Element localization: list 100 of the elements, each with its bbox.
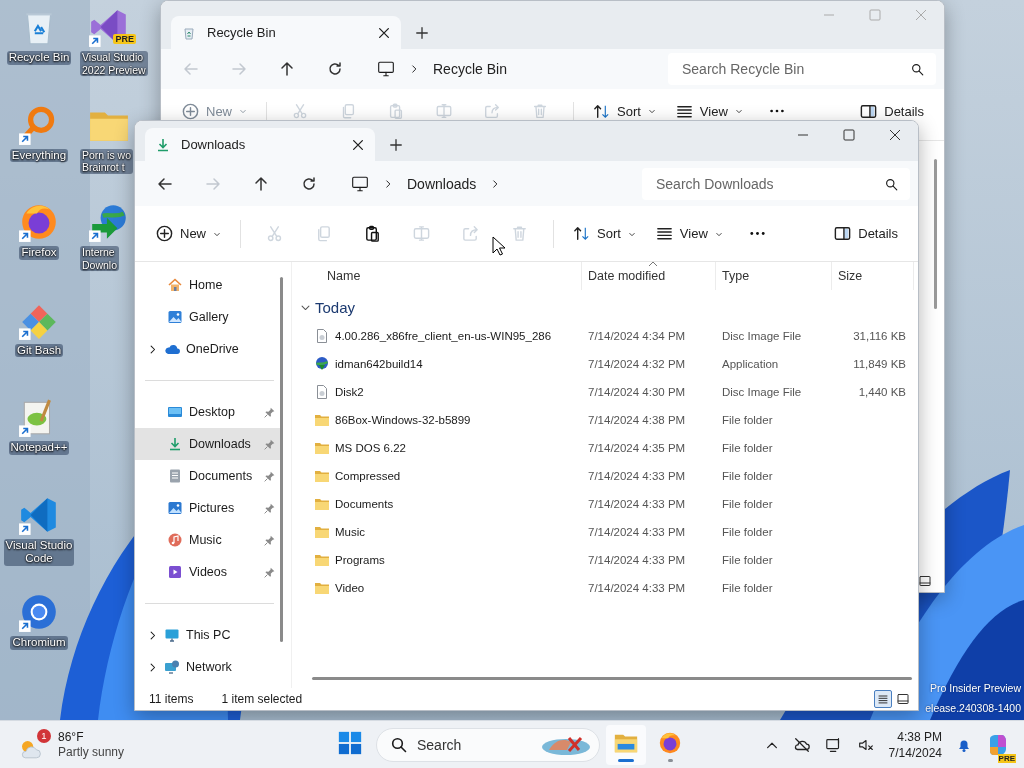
plus-icon[interactable]: [389, 138, 403, 152]
file-name[interactable]: 86Box-Windows-32-b5899: [335, 414, 471, 426]
pin-icon[interactable]: [263, 565, 276, 579]
type-cell-text: Disc Image File: [721, 386, 803, 398]
breadcrumb-item[interactable]: Downloads: [407, 175, 477, 192]
details-button[interactable]: Details: [825, 216, 906, 251]
sort-button[interactable]: Sort: [564, 216, 645, 251]
icon-label[interactable]: Chromium: [10, 636, 68, 650]
watermark-text: Pro Insider Preview: [929, 681, 1021, 696]
app-icon: [657, 730, 683, 756]
start-icon: [337, 730, 363, 756]
network-icon: [164, 659, 180, 675]
date-cell-text: 7/14/2024 4:35 PM: [587, 442, 687, 454]
pin-icon[interactable]: [263, 501, 276, 515]
scrollbar[interactable]: [280, 277, 283, 642]
folder-icon: [314, 440, 330, 456]
arrow-up-icon[interactable]: [253, 175, 269, 192]
search-icon[interactable]: [885, 177, 898, 191]
chevron-right-icon[interactable]: [383, 178, 393, 189]
sidebar-item[interactable]: Network: [135, 651, 280, 683]
temperature-text: 86°F: [58, 729, 85, 745]
disc-file-icon: [314, 384, 330, 400]
plus-circle-icon: [155, 224, 174, 243]
sidebar-item[interactable]: Videos: [135, 556, 280, 588]
folder-icon: [314, 552, 330, 568]
size-cell-text: 11,849 KB: [852, 358, 907, 370]
search-field[interactable]: Search Recycle Bin: [668, 53, 936, 85]
cloud-off-icon[interactable]: [792, 735, 811, 754]
monitor-icon[interactable]: [377, 60, 395, 78]
details-button[interactable]: Details: [851, 102, 932, 120]
arrow-up-icon[interactable]: [279, 61, 295, 77]
taskbar-button[interactable]: [606, 724, 646, 765]
home-icon: [167, 277, 183, 293]
column-header[interactable]: Date modified: [582, 262, 716, 290]
time-text[interactable]: 4:38 PM: [897, 728, 942, 745]
document-icon: [167, 468, 183, 484]
column-header[interactable]: Size: [832, 262, 914, 290]
sidebar-item[interactable]: OneDrive: [135, 333, 280, 365]
scrollbar[interactable]: [934, 159, 937, 309]
column-header[interactable]: Type: [716, 262, 832, 290]
folder-icon: [314, 496, 330, 512]
file-name[interactable]: Documents: [335, 498, 394, 510]
date-cell-text: 7/14/2024 4:32 PM: [587, 358, 687, 370]
icon-label[interactable]: Firefox: [19, 246, 59, 260]
type-cell-text: File folder: [721, 498, 774, 510]
download-icon: [155, 136, 171, 153]
file-name[interactable]: idman642build14: [335, 358, 423, 370]
plus-icon[interactable]: [415, 26, 429, 40]
sidebar-item[interactable]: Pictures: [135, 492, 280, 524]
date-cell-text: 7/14/2024 4:33 PM: [587, 526, 687, 538]
tab[interactable]: Recycle Bin: [171, 16, 401, 49]
details-view-icon[interactable]: [874, 690, 892, 708]
type-cell-text: File folder: [721, 442, 774, 454]
date-text[interactable]: 7/14/2024: [888, 744, 942, 761]
icon-label[interactable]: Porn is wo Brainrot t: [80, 148, 134, 174]
pin-icon[interactable]: [263, 405, 276, 419]
close-icon[interactable]: [351, 137, 365, 152]
icon-label[interactable]: Visual Studio Code: [3, 538, 75, 567]
refresh-icon[interactable]: [327, 61, 343, 77]
refresh-icon[interactable]: [301, 175, 317, 192]
search-input[interactable]: Search: [415, 735, 533, 754]
sidebar-item[interactable]: Music: [135, 524, 280, 556]
file-name[interactable]: Disk2: [335, 386, 364, 398]
file-name[interactable]: Video: [335, 582, 365, 594]
new-button[interactable]: New: [147, 216, 230, 251]
status-text: 11 items: [149, 692, 194, 706]
sort-button[interactable]: Sort: [584, 102, 665, 120]
scrollbar[interactable]: [312, 677, 912, 680]
close-icon[interactable]: [377, 25, 391, 40]
search-field[interactable]: Search: [376, 727, 600, 762]
icon-label[interactable]: Visual Studio 2022 Preview: [80, 51, 148, 77]
file-name[interactable]: Programs: [335, 554, 385, 566]
sidebar-item[interactable]: Desktop: [135, 396, 280, 428]
search-icon[interactable]: [911, 63, 924, 76]
view-button[interactable]: View: [666, 102, 752, 120]
file-name[interactable]: MS DOS 6.22: [335, 442, 406, 454]
sidebar-item[interactable]: Documents: [135, 460, 280, 492]
arrow-left-icon[interactable]: [157, 175, 173, 192]
monitor-icon: [164, 627, 180, 643]
pin-icon[interactable]: [263, 437, 276, 451]
sidebar-item[interactable]: Downloads: [135, 428, 280, 460]
sidebar-item[interactable]: This PC: [135, 619, 280, 651]
pin-icon[interactable]: [263, 469, 276, 483]
file-name[interactable]: Compressed: [335, 470, 401, 482]
chevron-right-icon[interactable]: [409, 64, 419, 74]
date-cell-text: 7/14/2024 4:33 PM: [587, 470, 687, 482]
pin-icon[interactable]: [263, 533, 276, 547]
sidebar-item[interactable]: Home: [135, 269, 280, 301]
file-name[interactable]: Music: [335, 526, 366, 538]
breadcrumb-item[interactable]: Recycle Bin: [433, 61, 507, 77]
clipboard-icon[interactable]: [363, 224, 382, 243]
sidebar-item[interactable]: Gallery: [135, 301, 280, 333]
search-field[interactable]: Search Downloads: [642, 167, 910, 200]
column-header[interactable]: Name: [292, 262, 582, 290]
monitor-icon[interactable]: [351, 174, 369, 193]
view-button[interactable]: View: [646, 216, 732, 251]
group-header[interactable]: Today: [292, 292, 918, 322]
file-name[interactable]: 4.00.286_x86fre_client_en-us-WIN95_286: [335, 330, 552, 342]
folder-icon: [314, 412, 330, 428]
tab[interactable]: Downloads: [145, 128, 375, 161]
